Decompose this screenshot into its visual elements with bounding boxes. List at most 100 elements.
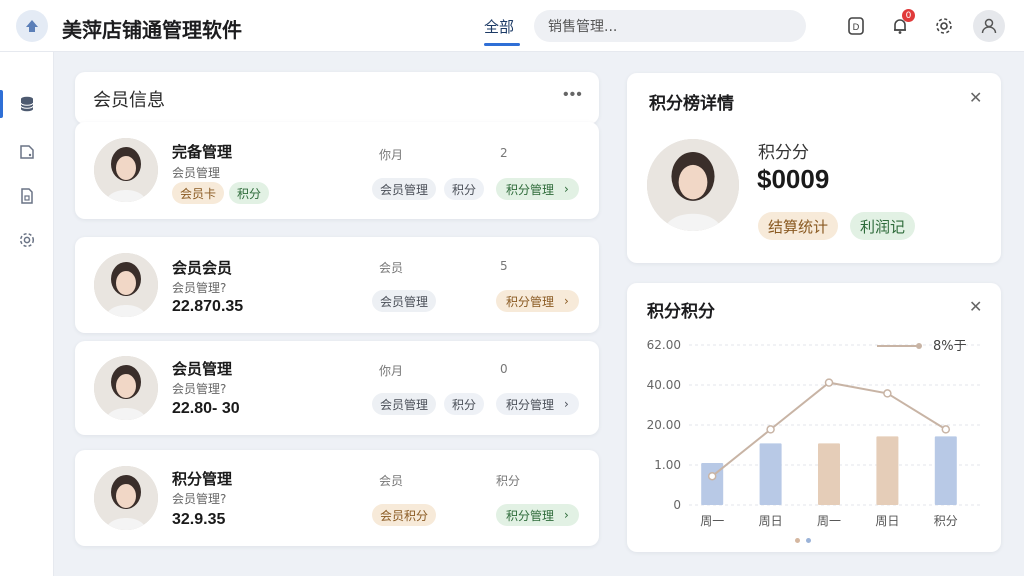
user-avatar-icon[interactable]: [973, 10, 1005, 42]
member-count: 5: [500, 259, 508, 273]
member-subtitle: 会员管理?: [172, 492, 227, 506]
member-tag: 会员积分: [372, 504, 437, 526]
tab-active-indicator: [484, 43, 520, 46]
member-action-button[interactable]: 积分管理 ›: [496, 290, 579, 312]
points-chart: 0 1.00 20.00 40.00 62.00 周一 周日 周一 周日 积分 8%于: [647, 338, 981, 528]
member-name: 会员管理: [172, 360, 233, 378]
x-tick-label: 周一: [700, 514, 724, 528]
x-tick-label: 周日: [875, 514, 899, 528]
member-amount: 22.870.35: [172, 298, 244, 315]
sidebar-item-settings-icon[interactable]: [0, 220, 54, 260]
member-action-label: 积分管理: [506, 508, 555, 523]
y-tick-label: 40.00: [647, 378, 681, 392]
member-period-label: 会员: [379, 474, 404, 488]
detail-panel-title: 积分榜详情: [649, 94, 734, 114]
notification-badge: 0: [902, 9, 915, 22]
legend-marker: [916, 343, 922, 349]
app-title: 美萍店铺通管理软件: [62, 18, 242, 42]
chart-point: [766, 425, 775, 434]
sidebar-item-document-icon[interactable]: [0, 132, 54, 172]
member-avatar: [94, 356, 158, 420]
chart-bar: [934, 436, 957, 505]
y-tick-label: 20.00: [647, 418, 681, 432]
help-icon[interactable]: D: [842, 12, 870, 40]
member-subtitle: 会员管理?: [172, 281, 227, 295]
chevron-right-icon: ›: [564, 397, 569, 411]
member-tag: 会员管理: [372, 178, 437, 200]
member-count: 积分: [496, 474, 521, 488]
chart-bar: [818, 443, 840, 505]
member-amount: 22.80- 30: [172, 400, 240, 417]
member-amount: 32.9.35: [172, 511, 226, 528]
chevron-right-icon: ›: [564, 182, 569, 196]
pagination-dots: [795, 538, 811, 543]
member-name: 积分管理: [172, 470, 233, 488]
chart-point: [824, 378, 834, 387]
member-count: 2: [500, 146, 508, 160]
points-detail-panel: 积分榜详情 ✕ 积分分 $0009 结算统计 利润记: [627, 73, 1001, 263]
member-subtitle: 会员管理?: [172, 382, 227, 396]
x-tick-label: 周日: [759, 514, 783, 528]
app-logo-icon[interactable]: [16, 10, 48, 42]
y-tick-label: 1.00: [654, 458, 681, 472]
member-name: 会员会员: [172, 259, 233, 277]
member-tag: 积分: [444, 178, 485, 200]
search-input[interactable]: [534, 10, 806, 42]
more-options-icon[interactable]: •••: [563, 86, 583, 104]
x-tick-label: 周一: [817, 514, 841, 528]
member-action-label: 积分管理: [506, 397, 555, 412]
member-tag: 积分: [444, 393, 485, 415]
member-tag: 会员管理: [372, 393, 437, 415]
member-avatar: [94, 253, 158, 317]
member-avatar: [94, 466, 158, 530]
top-bar: 美萍店铺通管理软件 全部 D 0: [0, 0, 1024, 52]
settings-gear-icon[interactable]: [930, 12, 958, 40]
close-icon[interactable]: ✕: [969, 88, 982, 108]
member-tag: 会员管理: [372, 290, 437, 312]
member-avatar: [94, 138, 158, 202]
chevron-right-icon: ›: [564, 294, 569, 308]
legend-label: 8%于: [933, 339, 967, 354]
member-subtitle: 会员管理: [172, 166, 221, 180]
detail-points-value: $0009: [757, 164, 830, 194]
sidebar: [0, 52, 54, 576]
member-panel-header: 会员信息 •••: [75, 72, 599, 124]
member-row[interactable]: 会员管理 会员管理? 22.80- 30 你月 0 会员管理 积分 积分管理 ›: [75, 341, 599, 435]
detail-tag-stats[interactable]: 结算统计: [758, 212, 839, 240]
member-period-label: 你月: [379, 148, 404, 162]
chevron-right-icon: ›: [564, 508, 569, 522]
page-dot[interactable]: [806, 538, 811, 543]
svg-text:D: D: [853, 23, 860, 33]
tab-all[interactable]: 全部: [484, 16, 514, 37]
member-action-button[interactable]: 积分管理 ›: [496, 393, 579, 415]
member-panel-title: 会员信息: [93, 90, 165, 111]
member-action-label: 积分管理: [506, 294, 555, 309]
chart-bar: [876, 436, 899, 505]
detail-avatar: [647, 139, 739, 231]
member-tag-card: 会员卡: [172, 182, 225, 204]
member-row[interactable]: 积分管理 会员管理? 32.9.35 会员 积分 会员积分 积分管理 ›: [75, 450, 599, 546]
sidebar-item-database-icon[interactable]: [0, 84, 54, 124]
member-row[interactable]: 会员会员 会员管理? 22.870.35 会员 5 会员管理 积分管理 ›: [75, 237, 599, 333]
detail-tag-profit[interactable]: 利润记: [850, 212, 916, 240]
detail-points-label: 积分分: [758, 143, 809, 163]
member-action-label: 积分管理: [506, 182, 555, 197]
member-count: 0: [500, 362, 508, 376]
member-action-button[interactable]: 积分管理 ›: [496, 504, 579, 526]
chart-point: [707, 471, 717, 481]
chart-point: [941, 425, 951, 434]
member-period-label: 你月: [379, 364, 404, 378]
chart-point: [883, 389, 892, 398]
points-chart-panel: 积分积分 ✕ 0 1.00 20.00 40.00 62.00 周一 周日 周一 周日 积分 8%于: [627, 283, 1001, 552]
page-dot[interactable]: [795, 538, 800, 543]
chart-bar: [759, 443, 782, 505]
x-tick-label: 积分: [934, 514, 958, 528]
y-tick-label: 62.00: [647, 338, 681, 352]
member-name: 完备管理: [172, 143, 233, 161]
member-action-button[interactable]: 积分管理 ›: [496, 178, 579, 200]
sidebar-item-report-icon[interactable]: [0, 176, 54, 216]
member-row[interactable]: 完备管理 会员管理 会员卡 积分 你月 2 会员管理 积分 积分管理 ›: [75, 122, 599, 219]
member-tag-points: 积分: [229, 182, 270, 204]
y-tick-label: 0: [673, 498, 681, 512]
member-period-label: 会员: [379, 261, 404, 275]
